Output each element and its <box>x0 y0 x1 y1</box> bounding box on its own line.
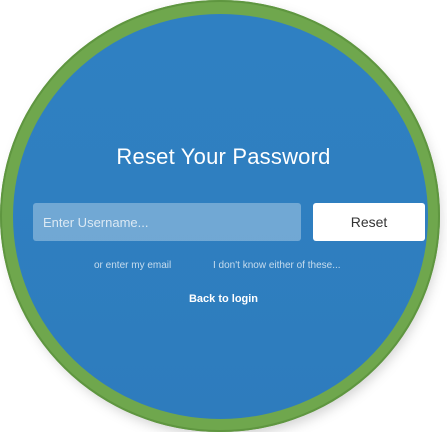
enter-email-link[interactable]: or enter my email <box>94 260 171 271</box>
page-title: Reset Your Password <box>116 144 331 169</box>
dont-know-link[interactable]: I don't know either of these... <box>213 260 341 271</box>
reset-button[interactable]: Reset <box>313 203 425 241</box>
back-to-login-link[interactable]: Back to login <box>0 293 447 305</box>
reset-password-badge: Reset Your Password Reset or enter my em… <box>0 0 447 432</box>
username-input[interactable] <box>33 203 301 241</box>
